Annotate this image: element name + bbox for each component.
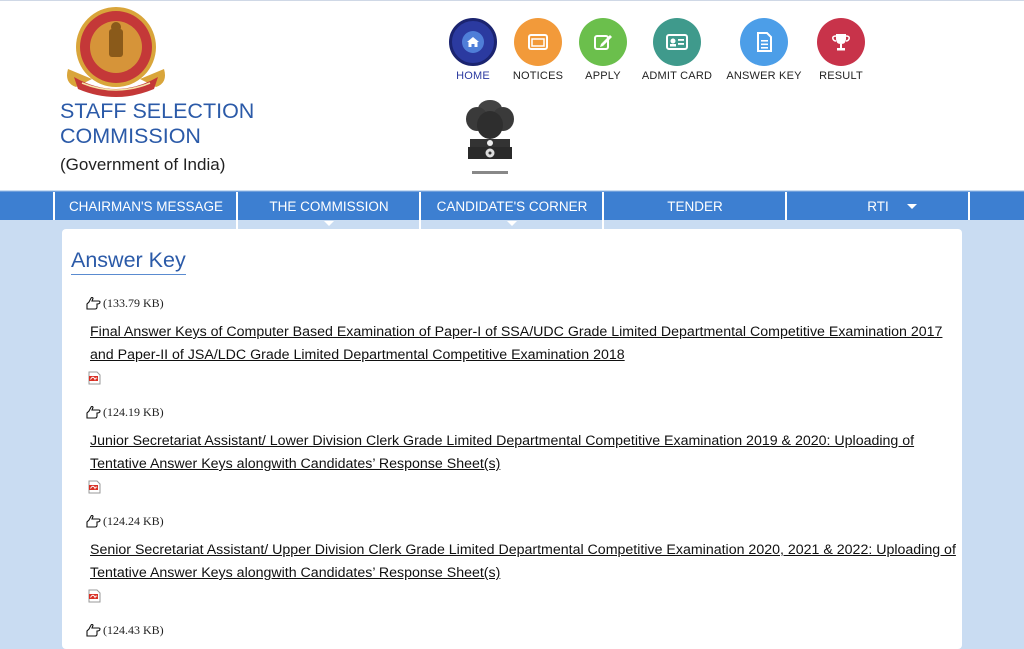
nav-chairmans-message[interactable]: CHAIRMAN'S MESSAGE [53,192,237,220]
pointing-hand-icon [86,623,101,637]
nav-the-commission-label: THE COMMISSION [269,198,389,214]
page-title: Answer Key [71,248,186,275]
answer-key-link[interactable]: Junior Secretariat Assistant/ Lower Divi… [90,430,956,476]
nav-tender-label: TENDER [667,198,723,214]
nav-the-commission[interactable]: THE COMMISSION [236,192,420,226]
chevron-down-icon [507,221,517,226]
list-item: (124.19 KB) Junior Secretariat Assistant… [86,404,956,494]
notices-icon [528,34,548,50]
admit-card-icon [666,34,688,50]
quick-nav-admit-card[interactable]: ADMIT CARD [627,18,727,82]
nav-divider [602,219,604,229]
file-size: (133.79 KB) [103,295,164,310]
nav-tender[interactable]: TENDER [602,192,786,220]
nav-rti-label: RTI [867,198,889,214]
list-item: (133.79 KB) Final Answer Keys of Compute… [86,295,956,385]
home-icon [462,31,484,53]
pdf-icon[interactable] [88,371,101,385]
pointing-hand-icon [86,296,101,310]
chevron-down-icon [324,221,334,226]
nav-candidates-corner-label: CANDIDATE'S CORNER [436,198,588,214]
answer-key-link[interactable]: Senior Secretariat Assistant/ Upper Divi… [90,539,956,585]
ssc-logo-icon[interactable] [62,5,170,97]
nav-divider [968,192,1024,220]
content-card: Answer Key (133.79 KB) Final Answer Keys… [62,229,962,649]
list-item: (124.24 KB) Senior Secretariat Assistant… [86,513,956,603]
file-size: (124.19 KB) [103,404,164,419]
caret-down-icon [907,204,917,209]
pointing-hand-icon [86,405,101,419]
quick-nav-admit-card-label: ADMIT CARD [641,70,713,82]
quick-nav-result-label: RESULT [819,70,863,82]
pdf-icon[interactable] [88,589,101,603]
quick-nav-result[interactable]: RESULT [791,18,891,82]
result-icon [832,34,850,51]
nav-divider [236,219,238,229]
nav-rti[interactable]: RTI [785,192,969,220]
nav-candidates-corner[interactable]: CANDIDATE'S CORNER [419,192,603,226]
file-size: (124.24 KB) [103,513,164,528]
site-header: STAFF SELECTION COMMISSION (Government o… [0,0,1024,190]
nav-divider [419,219,421,229]
pdf-icon[interactable] [88,480,101,494]
national-emblem-icon [466,100,514,174]
pointing-hand-icon [86,514,101,528]
org-name: STAFF SELECTION COMMISSION [60,99,255,148]
main-nav: CHAIRMAN'S MESSAGE THE COMMISSION CANDID… [0,191,1024,226]
answer-key-icon [757,32,772,52]
file-size: (124.43 KB) [103,622,164,637]
answer-key-link[interactable]: Final Answer Keys of Computer Based Exam… [90,321,956,367]
nav-chairmans-message-label: CHAIRMAN'S MESSAGE [68,198,224,214]
list-item: (124.43 KB) [86,622,956,638]
apply-icon [594,35,612,50]
org-subtitle: (Government of India) [60,155,226,174]
